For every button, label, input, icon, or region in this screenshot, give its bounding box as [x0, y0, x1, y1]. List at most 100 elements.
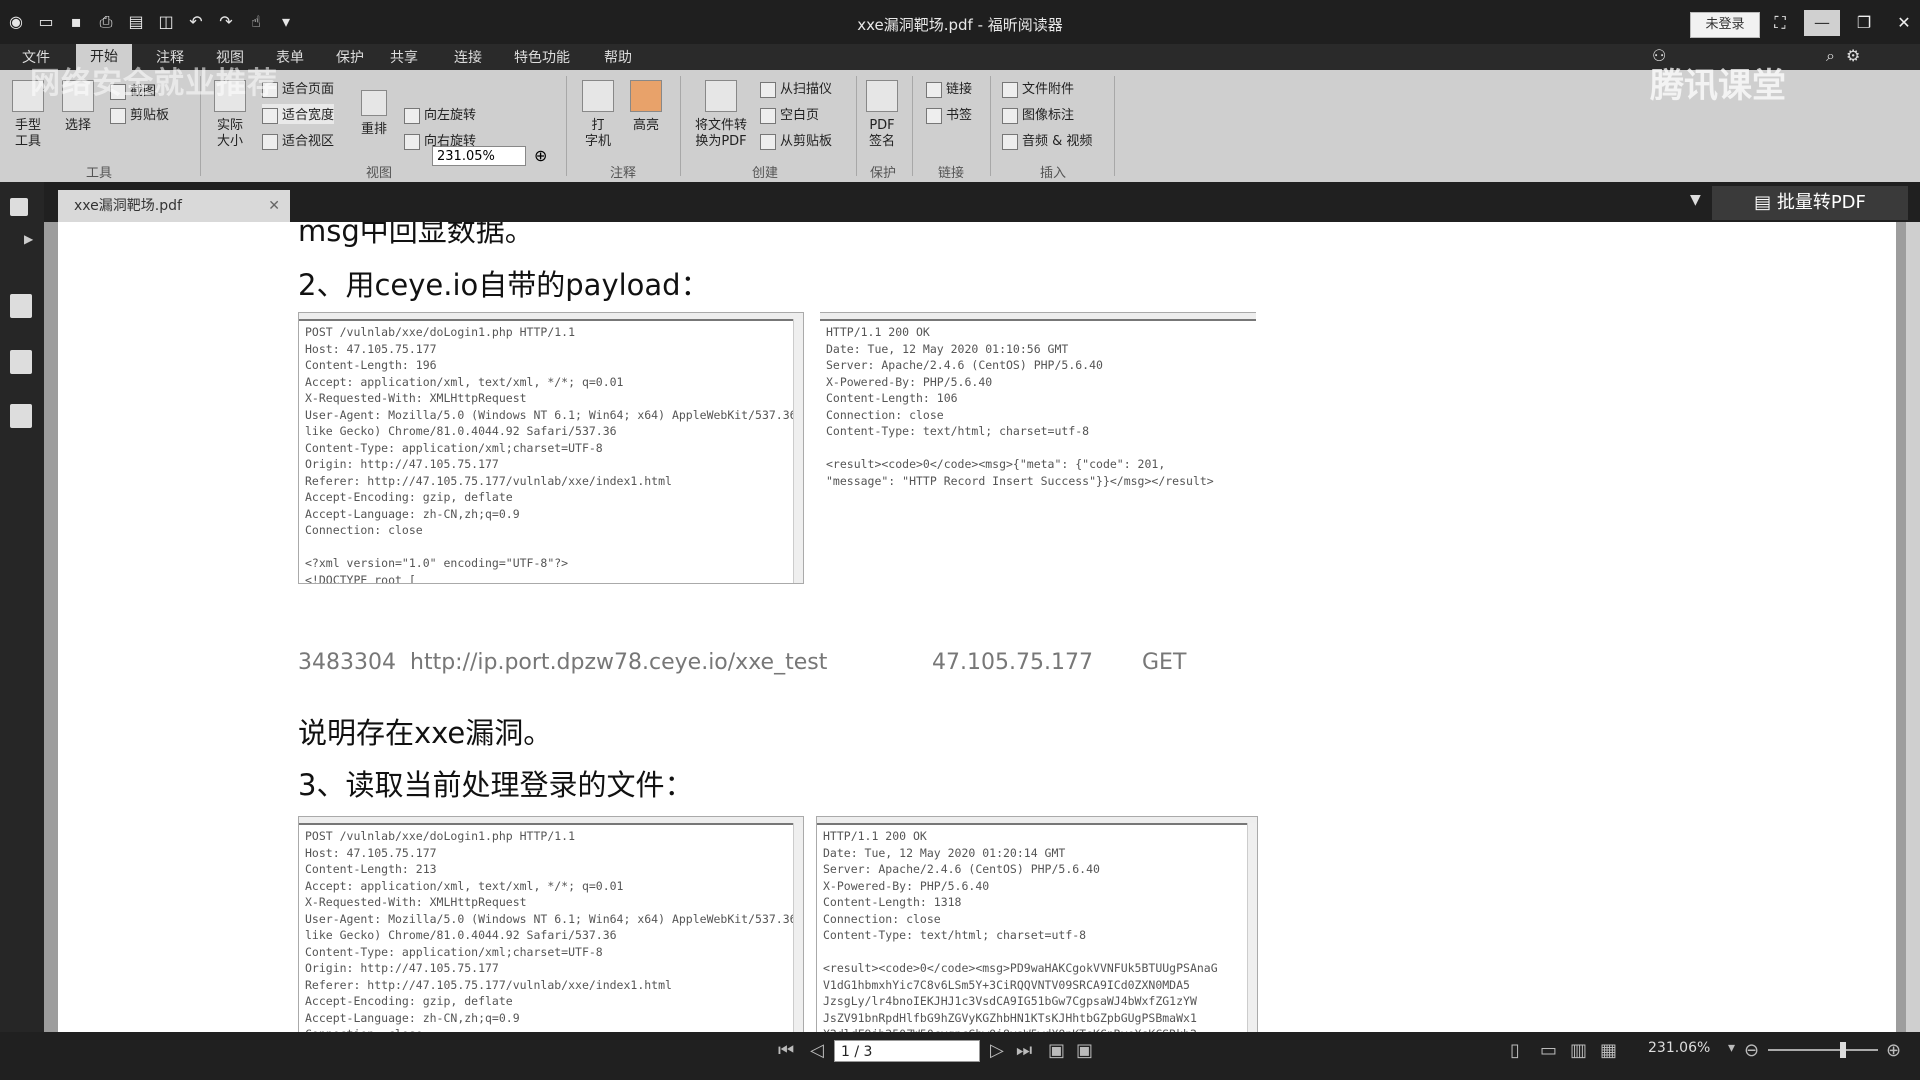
typewriter-button[interactable]: 打 字机 [578, 80, 618, 150]
batch-convert-button[interactable]: ▤ 批量转PDF [1712, 186, 1908, 220]
tab-list-dropdown-icon[interactable]: ▼ [1690, 192, 1701, 208]
ribbon: 手型 工具 选择 截图 剪贴板 工具 实际 大小 适合页面 适合宽度 适合视区 … [0, 70, 1920, 183]
request-line: POST /vulnlab/xxe/doLogin1.php HTTP/1.1 [305, 325, 576, 339]
group-separator [566, 76, 567, 176]
request-line: User-Agent: Mozilla/5.0 (Windows NT 6.1;… [305, 407, 804, 422]
bookmarks-icon[interactable] [10, 350, 32, 374]
group-label-create: 创建 [752, 166, 779, 181]
expand-sidebar-icon[interactable]: ▶ [24, 232, 33, 246]
navigation-panel-icon[interactable] [10, 198, 28, 216]
request-line: Referer: http://47.105.75.177/vulnlab/xx… [305, 977, 672, 992]
select-label: 选择 [64, 118, 91, 133]
request-text-2: POST /vulnlab/xxe/doLogin1.php HTTP/1.1 H… [299, 825, 803, 1032]
image-icon [1002, 107, 1018, 124]
request-line: Content-Type: application/xml;charset=UT… [305, 944, 603, 959]
zoom-in-icon[interactable]: ⊕ [534, 146, 547, 165]
clipboard-button[interactable]: 剪贴板 [110, 104, 169, 124]
request-screenshot-2: POST /vulnlab/xxe/doLogin1.php HTTP/1.1 H… [298, 816, 804, 1032]
comments-icon[interactable] [10, 404, 32, 428]
batch-convert-label: 批量转PDF [1776, 192, 1866, 213]
tab-help[interactable]: 帮助 [604, 47, 632, 67]
screenshot-scrollbar [1247, 823, 1257, 1032]
fit-visible-button[interactable]: 适合视区 [262, 130, 334, 150]
bookmark-label: 书签 [946, 108, 973, 123]
tab-connect[interactable]: 连接 [454, 47, 482, 67]
blank-page-label: 空白页 [780, 108, 820, 123]
next-view-icon[interactable]: ▣ [1076, 1040, 1093, 1061]
response-line: Content-Type: text/html; charset=utf-8 [826, 424, 1090, 438]
request-line: Accept: application/xml, text/xml, */*; … [305, 374, 624, 389]
audio-video-button[interactable]: 音频 & 视频 [1002, 130, 1092, 150]
prev-page-icon[interactable]: ◁ [810, 1040, 824, 1061]
actual-size-label: 实际 大小 [216, 118, 243, 149]
response-line: Connection: close [826, 407, 944, 422]
hand-tool-label: 手型 工具 [14, 118, 41, 149]
zoom-percent: 231.06% [1648, 1040, 1711, 1056]
tab-special[interactable]: 特色功能 [514, 47, 570, 67]
settings-icon[interactable]: ⚙ [1846, 46, 1860, 65]
zoom-slider-thumb[interactable] [1840, 1042, 1846, 1058]
highlight-button[interactable]: 高亮 [626, 80, 666, 134]
convert-to-pdf-button[interactable]: 将文件转 换为PDF [690, 80, 752, 150]
zoom-out-icon[interactable]: ⊖ [1744, 1040, 1759, 1061]
login-button[interactable]: 未登录 [1690, 12, 1760, 38]
restore-button[interactable]: ❐ [1846, 10, 1882, 36]
zoom-slider[interactable] [1768, 1049, 1878, 1051]
from-clipboard-button[interactable]: 从剪贴板 [760, 130, 832, 150]
vertical-scrollbar[interactable] [1906, 222, 1920, 1032]
request-line: like Gecko) Chrome/81.0.4044.92 Safari/5… [305, 928, 617, 942]
link-button[interactable]: 链接 [926, 78, 972, 98]
first-page-icon[interactable]: ⏮ [778, 1040, 794, 1061]
page-number-input[interactable]: 1 / 3 [834, 1040, 980, 1062]
attachment-icon [1002, 81, 1018, 98]
previous-view-icon[interactable]: ▣ [1048, 1040, 1065, 1061]
rotate-left-label: 向左旋转 [424, 108, 477, 123]
search-icon[interactable]: ⌕ [1826, 46, 1835, 66]
rotate-right-button[interactable]: 向右旋转 [404, 130, 476, 150]
image-annotation-label: 图像标注 [1022, 108, 1075, 123]
continuous-view-icon[interactable]: ▭ [1540, 1040, 1557, 1061]
minimize-button[interactable]: — [1804, 10, 1840, 36]
from-scanner-label: 从扫描仪 [780, 82, 833, 97]
last-page-icon[interactable]: ⏭ [1016, 1040, 1032, 1061]
close-tab-icon[interactable]: ✕ [268, 190, 280, 222]
zoom-in-status-icon[interactable]: ⊕ [1886, 1040, 1901, 1061]
group-label-protect: 保护 [870, 166, 897, 181]
rotate-left-button[interactable]: 向左旋转 [404, 104, 476, 124]
tab-protect[interactable]: 保护 [336, 47, 364, 67]
single-page-view-icon[interactable]: ▯ [1510, 1040, 1520, 1061]
zoom-dropdown-icon[interactable]: ▾ [1728, 1040, 1735, 1056]
group-separator [990, 76, 991, 176]
request-line: <?xml version="1.0" encoding="UTF-8"?> [305, 556, 569, 570]
fit-visible-icon [262, 133, 278, 150]
next-page-icon[interactable]: ▷ [990, 1040, 1004, 1061]
tab-form[interactable]: 表单 [276, 47, 304, 67]
watermark-text: 网络安全就业推荐 [30, 66, 278, 101]
request-line: Origin: http://47.105.75.177 [305, 457, 499, 471]
fullscreen-icon[interactable]: ⛶ [1762, 10, 1798, 36]
response-screenshot-2: HTTP/1.1 200 OK Date: Tue, 12 May 2020 01… [816, 816, 1258, 1032]
document-tab[interactable]: xxe漏洞靶场.pdf ✕ [58, 190, 290, 222]
pages-icon[interactable] [10, 294, 32, 318]
conclusion-text: 说明存在xxe漏洞。 [298, 716, 553, 750]
bookmark-button[interactable]: 书签 [926, 104, 972, 124]
file-attachment-button[interactable]: 文件附件 [1002, 78, 1074, 98]
from-clipboard-label: 从剪贴板 [780, 134, 833, 149]
response-line: "message": "HTTP Record Insert Success"}… [826, 473, 1214, 488]
menu-bar: 文件 开始 注释 视图 表单 保护 共享 连接 特色功能 帮助 ⚇ 查找 ⌕ ⚙ [0, 44, 1920, 110]
facing-view-icon[interactable]: ▥ [1570, 1040, 1587, 1061]
image-annotation-button[interactable]: 图像标注 [1002, 104, 1074, 124]
tab-share[interactable]: 共享 [390, 47, 418, 67]
group-separator [856, 76, 857, 176]
bookmark-icon [926, 107, 942, 124]
close-button[interactable]: ✕ [1886, 10, 1920, 36]
fit-width-button[interactable]: 适合宽度 [262, 104, 335, 124]
reflow-button[interactable]: 重排 [354, 90, 394, 138]
reflow-label: 重排 [360, 122, 387, 137]
blank-page-button[interactable]: 空白页 [760, 104, 819, 124]
pdf-sign-button[interactable]: PDF 签名 [862, 80, 902, 150]
from-scanner-button[interactable]: 从扫描仪 [760, 78, 832, 98]
thumbnail-view-icon[interactable]: ▦ [1600, 1040, 1617, 1061]
response-line: <result><code>0</code><msg>{"meta": {"co… [826, 457, 1166, 471]
response-line: Server: Apache/2.4.6 (CentOS) PHP/5.6.40 [823, 862, 1100, 876]
